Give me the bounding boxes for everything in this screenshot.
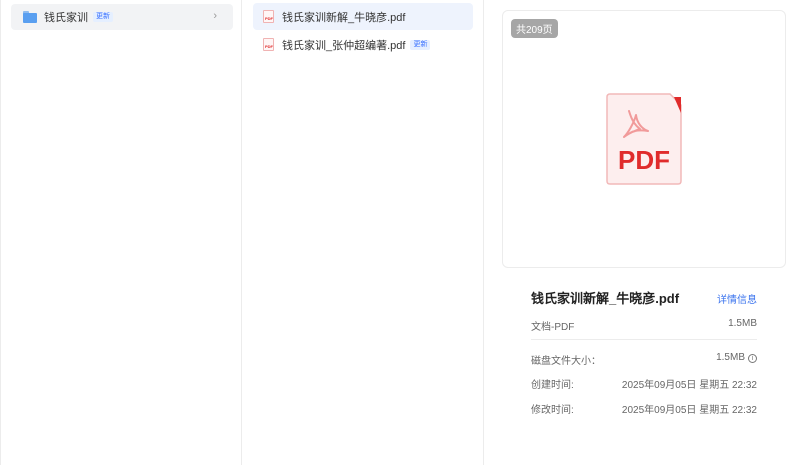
disk-size-row: 磁盘文件大小： 1.5MB i xyxy=(531,352,757,367)
file-name: 钱氏家训_张仲超编著.pdf xyxy=(282,39,406,52)
folder-label: 钱氏家训 xyxy=(44,12,88,24)
doc-type-label: 文档-PDF xyxy=(531,322,575,333)
divider xyxy=(531,339,757,340)
pdf-label: PDF xyxy=(618,145,670,175)
created-value: 2025年09月05日 星期五 22:32 xyxy=(621,380,757,391)
modified-value: 2025年09月05日 星期五 22:32 xyxy=(621,405,757,416)
page-count-badge: 共209页 xyxy=(511,19,558,38)
disk-size-value-wrap: 1.5MB i xyxy=(716,352,757,367)
doc-type-size: 1.5MB xyxy=(728,318,757,329)
preview-panel: 共209页 PDF 钱氏家训新解_牛晓彦.pdf 详情信息 文档-PDF 1.5… xyxy=(484,0,800,465)
disk-size-label: 磁盘文件大小： xyxy=(531,356,601,367)
file-column: PDF 钱氏家训新解_牛晓彦.pdf PDF 钱氏家训_张仲超编著.pdf 更新 xyxy=(242,0,484,465)
disk-size-value: 1.5MB xyxy=(716,352,745,363)
details-link[interactable]: 详情信息 xyxy=(717,291,757,306)
modified-label: 修改时间: xyxy=(531,405,574,416)
info-icon[interactable]: i xyxy=(748,354,757,363)
file-name: 钱氏家训新解_牛晓彦.pdf xyxy=(282,11,406,24)
document-title: 钱氏家训新解_牛晓彦.pdf xyxy=(531,291,680,306)
folder-item[interactable]: 钱氏家训 更新 › xyxy=(11,4,233,30)
update-badge: 更新 xyxy=(93,12,113,22)
pdf-file-icon: PDF xyxy=(263,10,274,23)
update-badge: 更新 xyxy=(410,39,431,50)
pdf-document-icon: PDF xyxy=(606,93,682,185)
folder-icon xyxy=(23,11,37,23)
document-preview[interactable]: 共209页 PDF xyxy=(502,10,786,268)
doc-type-row: 文档-PDF 1.5MB xyxy=(531,318,757,333)
chevron-right-icon: › xyxy=(213,10,217,22)
created-label: 创建时间: xyxy=(531,380,574,391)
folder-column: 钱氏家训 更新 › xyxy=(0,0,242,465)
pdf-file-icon: PDF xyxy=(263,38,274,51)
file-item[interactable]: PDF 钱氏家训_张仲超编著.pdf 更新 xyxy=(253,31,473,58)
file-item[interactable]: PDF 钱氏家训新解_牛晓彦.pdf xyxy=(253,3,473,30)
created-row: 创建时间: 2025年09月05日 星期五 22:32 xyxy=(531,376,757,391)
modified-row: 修改时间: 2025年09月05日 星期五 22:32 xyxy=(531,401,757,416)
